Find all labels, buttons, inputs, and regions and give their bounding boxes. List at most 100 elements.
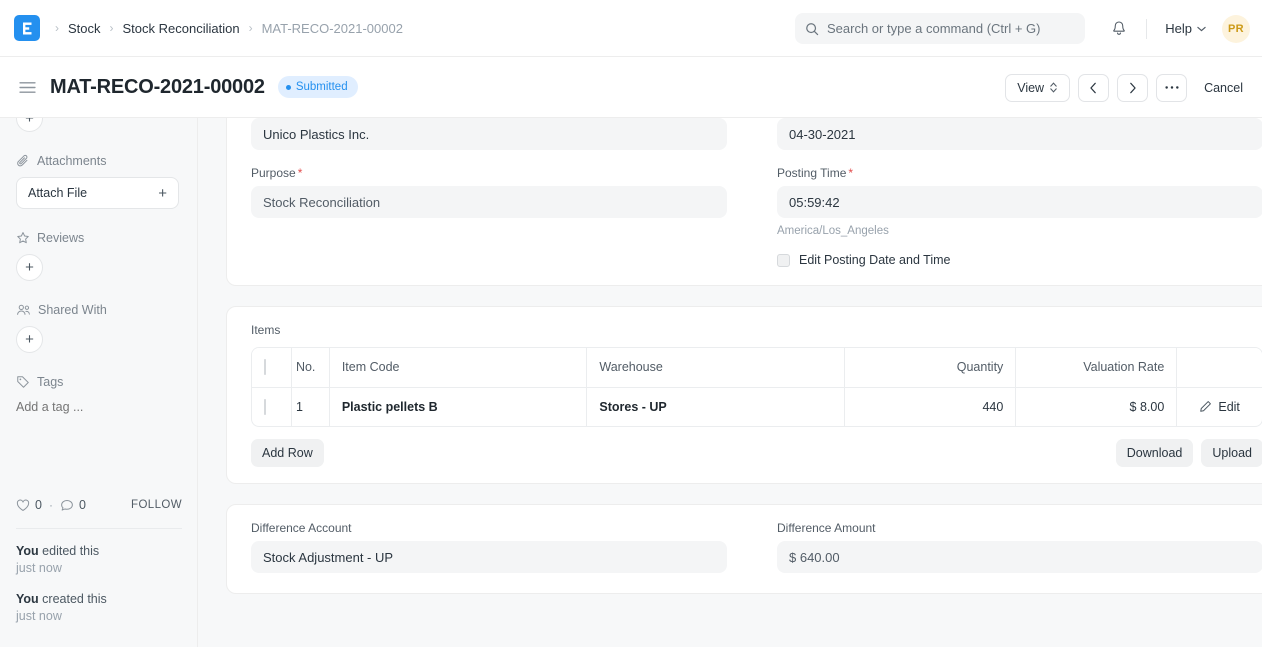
erpnext-logo-icon[interactable]: [14, 15, 40, 41]
social-separator: ·: [49, 498, 53, 512]
search-input[interactable]: [827, 21, 1075, 36]
status-dot-icon: [286, 85, 291, 90]
follow-button[interactable]: FOLLOW: [131, 499, 182, 511]
row-no: 1: [291, 387, 329, 426]
row-checkbox[interactable]: [264, 399, 266, 415]
global-search[interactable]: [795, 13, 1085, 44]
breadcrumb-item-stock-reconciliation[interactable]: Stock Reconciliation: [123, 21, 240, 36]
sidebar-label-attachments: Attachments: [37, 154, 106, 168]
users-icon: [16, 303, 31, 317]
comment-button[interactable]: 0: [60, 498, 86, 512]
heart-icon: [16, 499, 30, 512]
difference-amount-label: Difference Amount: [777, 521, 1262, 535]
hamburger-menu-icon[interactable]: [16, 76, 38, 98]
more-actions-button[interactable]: [1156, 74, 1187, 102]
navbar-right-actions: Help PR: [1104, 0, 1250, 57]
sidebar-add-assignment-button[interactable]: +: [16, 118, 43, 132]
comment-count: 0: [79, 498, 86, 512]
previous-document-button[interactable]: [1078, 74, 1109, 102]
edit-posting-datetime-label[interactable]: Edit Posting Date and Time: [799, 253, 950, 267]
activity-actor: You: [16, 592, 39, 606]
attach-file-button[interactable]: Attach File +: [16, 177, 179, 209]
activity-time: just now: [16, 561, 62, 575]
row-warehouse[interactable]: Stores - UP: [587, 387, 845, 426]
avatar[interactable]: PR: [1222, 15, 1250, 43]
posting-time-field: Posting Time* 05:59:42 America/Los_Angel…: [777, 166, 1262, 237]
posting-date-field: 04-30-2021: [777, 118, 1262, 150]
sidebar-section-shared-with: Shared With: [16, 303, 181, 317]
edit-posting-datetime-row: Edit Posting Date and Time: [777, 253, 1262, 267]
navbar: › Stock › Stock Reconciliation › MAT-REC…: [0, 0, 1262, 57]
star-icon: [16, 231, 30, 245]
plus-icon: +: [158, 185, 167, 202]
row-select-cell: [252, 387, 291, 426]
activity-feed: You edited this just now You created thi…: [16, 543, 191, 639]
items-section-label: Items: [227, 307, 1262, 347]
sidebar-social-row: 0 · 0 FOLLOW: [16, 498, 182, 512]
sidebar-section-tags: Tags: [16, 375, 181, 389]
activity-action: created this: [39, 592, 107, 606]
company-input[interactable]: Unico Plastics Inc.: [251, 118, 727, 150]
download-button[interactable]: Download: [1116, 439, 1194, 467]
posting-time-label: Posting Time*: [777, 166, 1262, 180]
view-button[interactable]: View: [1005, 74, 1070, 102]
column-actions: [1177, 348, 1262, 387]
page-header-actions: View Cancel: [1005, 57, 1252, 118]
help-menu-button[interactable]: Help: [1159, 17, 1212, 40]
ellipsis-icon: [1164, 85, 1180, 90]
edit-posting-datetime-checkbox[interactable]: [777, 254, 790, 267]
row-edit-cell[interactable]: Edit: [1177, 387, 1262, 426]
difference-right-column: Difference Amount $ 640.00: [757, 521, 1262, 573]
like-count: 0: [35, 498, 42, 512]
notification-bell-icon: [1111, 20, 1127, 37]
posting-date-input[interactable]: 04-30-2021: [777, 118, 1262, 150]
difference-account-input[interactable]: Stock Adjustment - UP: [251, 541, 727, 573]
main-area: + Attachments Attach File + Reviews +: [0, 118, 1262, 647]
select-all-checkbox[interactable]: [264, 359, 266, 375]
posting-time-input[interactable]: 05:59:42: [777, 186, 1262, 218]
breadcrumb-item-stock[interactable]: Stock: [68, 21, 101, 36]
difference-account-field: Difference Account Stock Adjustment - UP: [251, 521, 727, 573]
like-button[interactable]: 0: [16, 498, 42, 512]
row-valuation-rate[interactable]: $ 8.00: [1016, 387, 1177, 426]
chevron-right-icon: [1128, 82, 1137, 94]
navbar-divider: [1146, 19, 1147, 39]
add-shared-with-button[interactable]: +: [16, 326, 43, 353]
row-quantity[interactable]: 440: [844, 387, 1015, 426]
page-title: MAT-RECO-2021-00002: [50, 76, 265, 99]
column-quantity: Quantity: [844, 348, 1015, 387]
column-no: No.: [291, 348, 329, 387]
difference-amount-input[interactable]: $ 640.00: [777, 541, 1262, 573]
paperclip-icon: [16, 154, 30, 168]
purpose-label: Purpose*: [251, 166, 727, 180]
table-row[interactable]: 1 Plastic pellets B Stores - UP 440 $ 8.…: [252, 387, 1262, 426]
next-document-button[interactable]: [1117, 74, 1148, 102]
activity-actor: You: [16, 544, 39, 558]
row-item-code[interactable]: Plastic pellets B: [329, 387, 587, 426]
sidebar-label-tags: Tags: [37, 375, 63, 389]
upload-button[interactable]: Upload: [1201, 439, 1262, 467]
breadcrumb-separator: ›: [110, 22, 114, 34]
activity-time: just now: [16, 609, 62, 623]
required-marker: *: [298, 166, 303, 180]
sidebar-section-attachments: Attachments: [16, 154, 181, 168]
breadcrumb-item-current: MAT-RECO-2021-00002: [262, 21, 403, 36]
notification-bell-button[interactable]: [1104, 14, 1134, 44]
purpose-field: Purpose* Stock Reconciliation: [251, 166, 727, 218]
breadcrumb-separator: ›: [249, 22, 253, 34]
cancel-button[interactable]: Cancel: [1195, 74, 1252, 102]
chevron-up-down-icon: [1049, 81, 1058, 94]
row-edit-button[interactable]: Edit: [1189, 400, 1250, 414]
help-label: Help: [1165, 21, 1192, 36]
required-marker: *: [848, 166, 853, 180]
add-row-button[interactable]: Add Row: [251, 439, 324, 467]
add-review-button[interactable]: +: [16, 254, 43, 281]
sidebar-divider: [16, 528, 182, 529]
details-right-column: 04-30-2021 Posting Time* 05:59:42 Americ…: [757, 118, 1262, 285]
add-tag-input[interactable]: [16, 400, 166, 414]
activity-item: You created this just now: [16, 591, 191, 625]
purpose-input[interactable]: Stock Reconciliation: [251, 186, 727, 218]
select-all-header: [252, 348, 291, 387]
sidebar-label-reviews: Reviews: [37, 231, 84, 245]
page-header: MAT-RECO-2021-00002 Submitted View: [0, 57, 1262, 118]
